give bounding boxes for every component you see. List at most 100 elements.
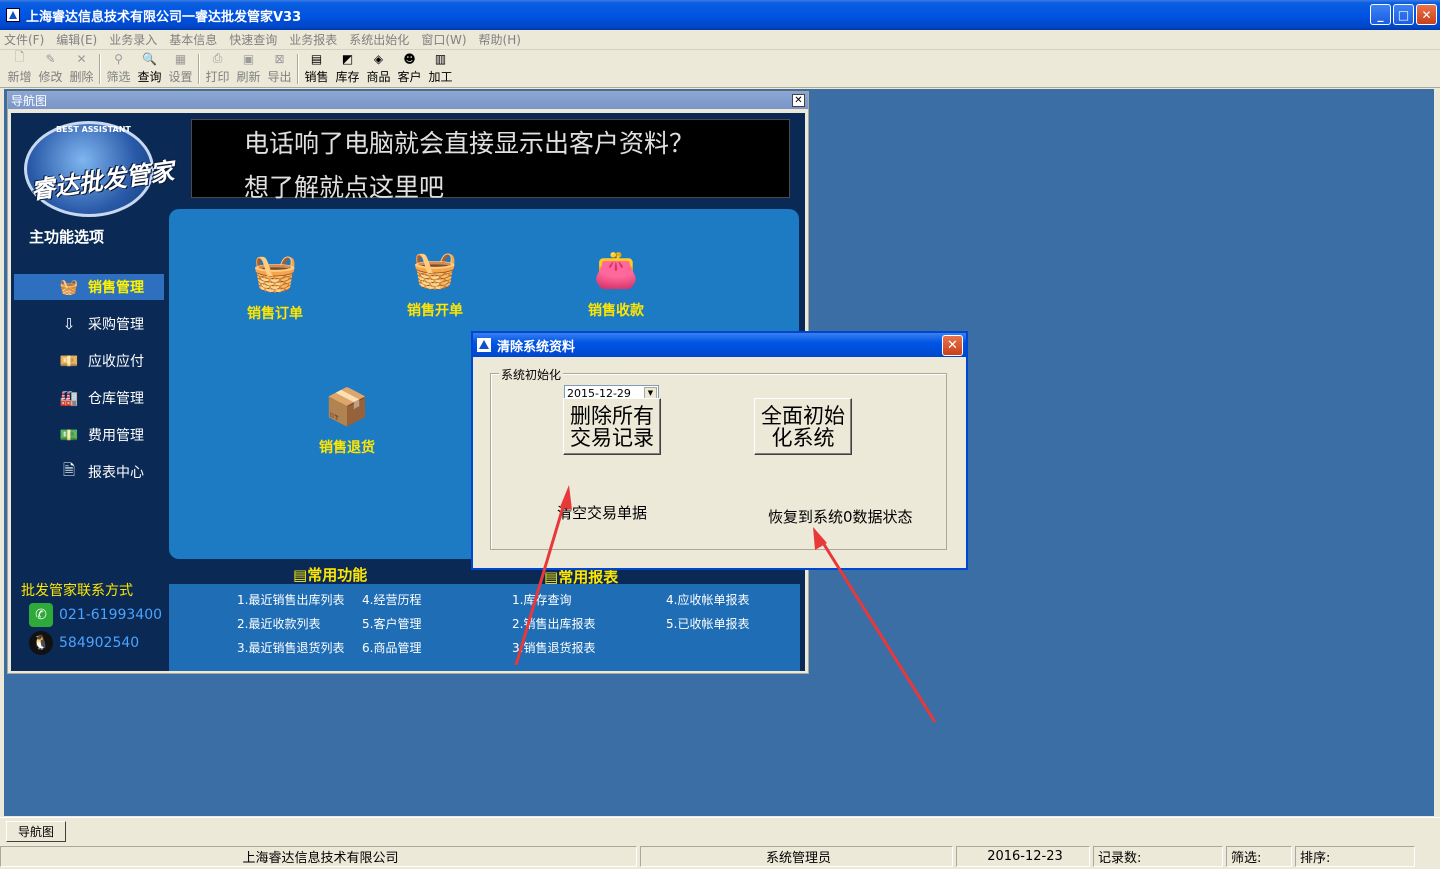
delete-icon: ✕ [76,52,87,66]
toolbar-button-edit[interactable]: ✎ 修改 [35,52,66,87]
product-icon: ◈ [373,52,384,66]
toolbar-label: 销售 [304,70,329,84]
menu-item[interactable]: 帮助(H) [479,31,521,48]
common-link[interactable]: 4.经营历程 [362,591,421,608]
full-init-system-button[interactable]: 全面初始化系统 [754,398,852,455]
money-icon: 💴 [59,352,79,370]
toolbar-button-filter[interactable]: ⚲ 筛选 [103,52,134,87]
toolbar-button-refresh[interactable]: ▣ 刷新 [233,52,264,87]
common-link[interactable]: 5.客户管理 [362,615,421,632]
sidebar-item-label: 销售管理 [88,280,144,296]
print-icon: ⎙ [212,51,223,65]
function-label: 销售开单 [407,303,463,319]
delete-all-transactions-button[interactable]: 删除所有交易记录 [563,398,661,455]
menu-item[interactable]: 基本信息 [169,31,217,48]
menu-item[interactable]: 窗口(W) [421,31,466,48]
function-sales-order[interactable]: 🧺 销售订单 [225,249,325,323]
app-logo: BEST ASSISTANT 睿达批发管家 [14,113,189,223]
minimize-button[interactable]: _ [1370,4,1391,25]
navigation-close-button[interactable]: ✕ [792,94,805,107]
sidebar-item-label: 采购管理 [88,317,144,333]
toolbar-label: 导出 [267,70,292,84]
task-tab-navigation[interactable]: 导航图 [6,821,66,842]
window-task-strip: 导航图 [0,817,1440,845]
phone-contact: ✆ 021-61993400 [29,603,162,627]
return-cart-icon: 📦 [324,387,370,428]
invoice-basket-icon: 🧺 [412,250,458,291]
close-button[interactable]: ✕ [1416,4,1437,25]
menu-item[interactable]: 业务报表 [289,31,337,48]
common-functions-label: 常用功能 [307,566,368,584]
sidebar-item-basket[interactable]: 🧺 销售管理 [14,274,164,300]
sales-icon: ▤ [310,52,323,66]
common-link[interactable]: 3.最近销售退货列表 [237,639,344,656]
workspace-edge [1434,89,1440,816]
report-link[interactable]: 1.库存查询 [512,591,571,608]
ad-banner[interactable]: 电话响了电脑就会直接显示出客户资料？ 想了解就点这里吧 [191,119,790,202]
sidebar-item-purchase[interactable]: ⇩ 采购管理 [14,311,164,337]
sidebar-item-money[interactable]: 💴 应收应付 [14,348,164,374]
window-titlebar[interactable]: 上海睿达信息技术有限公司一睿达批发管家V33 _ □ ✕ [0,0,1440,30]
toolbar-label: 筛选 [106,70,131,84]
report-link[interactable]: 5.已收帐单报表 [666,615,749,632]
function-sales-return[interactable]: 📦 销售退货 [297,383,397,457]
function-label: 销售退货 [319,440,375,456]
toolbar-button-export[interactable]: ⊠ 导出 [264,52,295,87]
status-company: 上海睿达信息技术有限公司 [0,846,637,867]
settings-icon: ▦ [174,52,187,66]
toolbar-button-product[interactable]: ◈ 商品 [363,52,394,87]
common-link[interactable]: 6.商品管理 [362,639,421,656]
common-link[interactable]: 2.最近收款列表 [237,615,320,632]
order-basket-icon: 🧺 [252,253,298,294]
quick-links-panel: ▤常用功能 ▤常用报表 1.最近销售出库列表 2.最近收款列表 3.最近销售退货列表… [169,562,800,671]
maximize-button[interactable]: □ [1393,4,1414,25]
sidebar-item-label: 应收应付 [88,354,144,370]
toolbar-button-search[interactable]: 🔍 查询 [134,52,165,87]
inventory-icon: ◩ [341,52,354,66]
menu-item[interactable]: 编辑(E) [56,31,97,48]
menu-item[interactable]: 文件(F) [4,31,44,48]
toolbar-button-print[interactable]: ⎙ 打印 [202,51,233,87]
banner-line-2: 想了解就点这里吧 [244,173,445,202]
warehouse-icon: 🏭 [59,389,79,407]
navigation-window-titlebar[interactable]: 导航图 ✕ [8,92,808,109]
reset-caption: 恢复到系统0数据状态 [768,508,913,526]
report-icon: 🗎 [62,460,76,479]
common-reports-label: 常用报表 [558,568,619,586]
function-sales-invoice[interactable]: 🧺 销售开单 [385,246,485,320]
menu-item[interactable]: 快速查询 [229,31,277,48]
system-init-group: 系统初始化 2015-12-29 ▼ 删除所有交易记录 全面初始化系统 清空交易… [490,366,947,550]
toolbar-separator [99,54,101,84]
common-functions-title: ▤常用功能 [293,566,368,584]
sidebar-item-report[interactable]: 🗎 报表中心 [14,459,164,485]
report-link[interactable]: 3.销售退货报表 [512,639,595,656]
toolbar-label: 修改 [38,70,63,84]
menu-item[interactable]: 系统出始化 [349,31,409,48]
sidebar-item-warehouse[interactable]: 🏭 仓库管理 [14,385,164,411]
toolbar-button-sales[interactable]: ▤ 销售 [301,52,332,87]
sidebar-item-expense[interactable]: 💵 费用管理 [14,422,164,448]
toolbar-label: 刷新 [236,70,261,84]
clear-data-dialog: 清除系统资料 ✕ 系统初始化 2015-12-29 ▼ 删除所有交易记录 全面初… [471,331,968,570]
dialog-title: 清除系统资料 [497,339,576,355]
phone-number: 021-61993400 [59,607,163,623]
toolbar-button-customer[interactable]: ☻ 客户 [394,52,425,87]
menu-item[interactable]: 业务录入 [109,31,157,48]
report-link[interactable]: 4.应收帐单报表 [666,591,749,608]
purchase-icon: ⇩ [62,315,76,333]
function-sales-receipt[interactable]: 👛 销售收款 [566,246,666,320]
common-link[interactable]: 1.最近销售出库列表 [237,591,344,608]
contact-title: 批发管家联系方式 [21,583,133,599]
search-icon: 🔍 [142,52,157,66]
dialog-titlebar[interactable]: 清除系统资料 ✕ [473,333,966,357]
toolbar-label: 客户 [397,70,422,84]
status-records: 记录数: [1093,846,1223,867]
dialog-close-button[interactable]: ✕ [942,335,963,356]
toolbar-button-new-doc[interactable]: 🗋 新增 [4,50,35,87]
toolbar-button-inventory[interactable]: ◩ 库存 [332,52,363,87]
toolbar-button-process[interactable]: ▥ 加工 [425,52,456,87]
report-link[interactable]: 2.销售出库报表 [512,615,595,632]
navigation-window-title: 导航图 [11,94,48,108]
toolbar-button-settings[interactable]: ▦ 设置 [165,52,196,87]
toolbar-button-delete[interactable]: ✕ 删除 [66,52,97,87]
